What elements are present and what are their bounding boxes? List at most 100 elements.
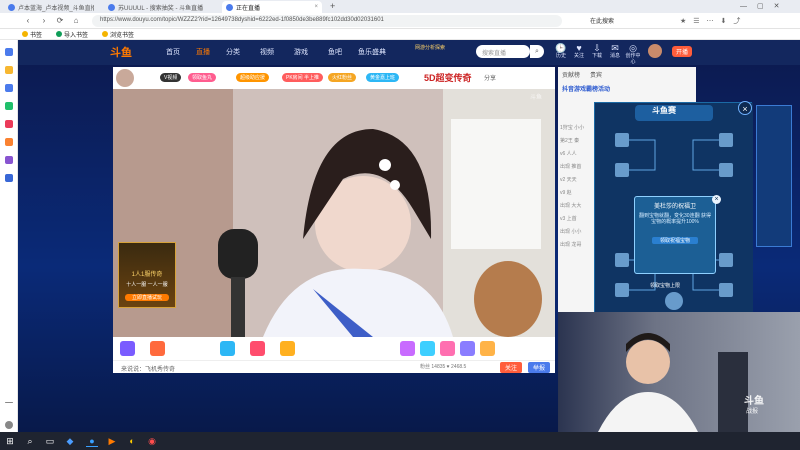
sidebar-row[interactable]: v2 天天 [560,176,594,185]
gift-item[interactable] [400,341,415,356]
webcam-frame [598,333,748,432]
overlay-card[interactable]: 美杜莎的祝福卫 翻到宝物就翻，变化30连翻 获得宝物的概率提升100% 领取祝福… [634,196,716,274]
new-tab-button[interactable]: + [330,1,335,11]
brand-banner[interactable]: 5D超变传奇 [424,71,472,84]
back-button[interactable]: ‹ [22,15,34,27]
nav-category[interactable]: 分类 [226,47,240,57]
promo-card-button[interactable]: 立即直播试玩 [125,294,169,301]
sidebar-row[interactable]: 出现 龙哥 [560,241,594,250]
gift-item[interactable] [440,341,455,356]
streamer-avatar[interactable] [116,69,134,87]
browser-tab-1[interactable]: 卢本蓝海_卢本视频_斗鱼直播 [4,1,94,13]
overlay-card-button[interactable]: 领取祝福宝物 [652,237,698,244]
promo-card[interactable]: 1人1服传奇 十人一服 一人一服 立即直播试玩 [118,242,176,308]
plus-icon[interactable] [5,402,13,403]
browser-tab-2[interactable]: 苏UUUUL - 搜索抽奖 - 斗鱼直播 [104,1,214,13]
search-icon[interactable]: ⌕ [24,435,36,447]
report-button[interactable]: 举报 [528,362,551,373]
url-input[interactable]: https://www.douyu.com/topic/WZZZ2?rid=12… [92,15,562,27]
nav-games[interactable]: 游戏 [294,47,308,57]
browser-search-label[interactable]: 在此搜索 [590,16,614,25]
app-icon[interactable]: ◉ [146,435,158,447]
bookmark-item[interactable]: 书签 [22,30,42,39]
tag-pill[interactable]: PK房间 半上推 [282,73,324,82]
start-live-button[interactable]: 开播 [672,46,693,57]
tag-pill[interactable]: 领取鱼丸 [188,73,217,82]
nav-fishbar[interactable]: 鱼吧 [328,47,342,57]
side-ad[interactable] [756,105,792,247]
sidebar-tab[interactable]: 贵宾 [590,70,602,79]
gift-item[interactable] [480,341,495,356]
gift-item[interactable] [420,341,435,356]
app-icon[interactable] [5,102,13,110]
chat-input[interactable]: 来说说：飞机秀传奇 [113,360,555,373]
video-icon[interactable]: ▶ [106,435,118,447]
nav-festival[interactable]: 鱼乐盛典 [358,47,386,57]
sidebar-tab[interactable]: 贡献榜 [562,70,580,79]
bookmark-item[interactable]: 导入书签 [56,30,88,39]
gift-item[interactable] [150,341,165,356]
settings-icon[interactable] [5,421,13,429]
app-icon[interactable] [5,156,13,164]
app-icon[interactable]: ◐ [126,435,138,447]
app-icon[interactable] [5,120,13,128]
window-controls[interactable]: —▢✕ [740,2,789,10]
app-icon[interactable] [5,66,13,74]
sidebar-title[interactable]: 抖音游戏霸榜活动 [562,84,610,93]
sidebar-row[interactable]: v9 赵 [560,189,594,198]
home-button[interactable]: ⌂ [70,15,82,27]
gift-item[interactable] [250,341,265,356]
gift-item[interactable] [120,341,135,356]
app-icon[interactable] [5,84,13,92]
message-label: 消息 [609,53,620,59]
app-icon[interactable] [5,138,13,146]
sidebar-row[interactable]: 第2王 秦 [560,137,594,146]
nav-video[interactable]: 视频 [260,47,274,57]
bookmark-item[interactable]: 浏览书签 [102,30,134,39]
taskview-icon[interactable]: ▭ [44,435,56,447]
browser-toolbar-icons[interactable]: ★☰⋯⬇⤴ [680,16,747,26]
follow-button[interactable]: 关注 [500,362,523,373]
close-icon[interactable]: × [712,195,721,204]
nav-live[interactable]: 直播 [196,47,210,57]
tag-pill[interactable]: 火红粉丝 [328,73,357,82]
search-input[interactable]: 搜索直播 [476,45,530,58]
app-icon[interactable] [5,174,13,182]
tag-pill[interactable]: 超级助应援 [236,73,270,82]
creator-button[interactable]: ◎ 创作中心 [624,43,642,65]
search-icon[interactable]: ⌕ [530,45,544,58]
close-icon[interactable]: × [314,4,318,10]
close-icon[interactable]: × [738,101,752,115]
gift-item[interactable] [460,341,475,356]
header-promo[interactable]: 网游分析探索 [400,44,460,51]
sidebar-row[interactable]: v3 上首 [560,215,594,224]
bookmarks-bar: 书签 导入书签 浏览书签 [0,29,800,40]
share-button[interactable]: 分享 [484,73,496,82]
message-button[interactable]: ✉ 消息 [606,43,624,59]
browser-icon[interactable]: ● [86,435,98,447]
tag-pill[interactable]: V视频 [160,73,182,82]
sidebar-row[interactable]: 出现 大大 [560,202,594,211]
sidebar-row[interactable]: 出现 推首 [560,163,594,172]
douyu-logo[interactable]: 斗鱼 [110,44,132,60]
app-icon[interactable]: ◆ [64,435,76,447]
nav-home[interactable]: 首页 [166,47,180,57]
follow-list-button[interactable]: ♥ 关注 [570,43,588,59]
gift-item[interactable] [280,341,295,356]
video-player[interactable] [113,89,555,337]
avatar[interactable] [648,44,662,58]
webcam-view [558,312,800,432]
refresh-button[interactable]: ⟳ [54,15,66,27]
start-icon[interactable]: ⊞ [4,435,16,447]
history-button[interactable]: 🕒 历史 [552,43,570,59]
sidebar-row[interactable]: v6 人人 [560,150,594,159]
overlay-card-sub: 翻到宝物就翻，变化30连翻 获得宝物的概率提升100% [639,213,711,225]
forward-button[interactable]: › [38,15,50,27]
sidebar-row[interactable]: 出现 小小 [560,228,594,237]
download-button[interactable]: ⇩ 下载 [588,43,606,59]
sidebar-row[interactable]: 1狩宝 小小 [560,124,594,133]
browser-tab-active[interactable]: 正在直播 × [222,1,322,13]
app-icon[interactable] [5,48,13,56]
gift-item[interactable] [220,341,235,356]
tag-pill[interactable]: 黄金嘉上班 [366,73,400,82]
